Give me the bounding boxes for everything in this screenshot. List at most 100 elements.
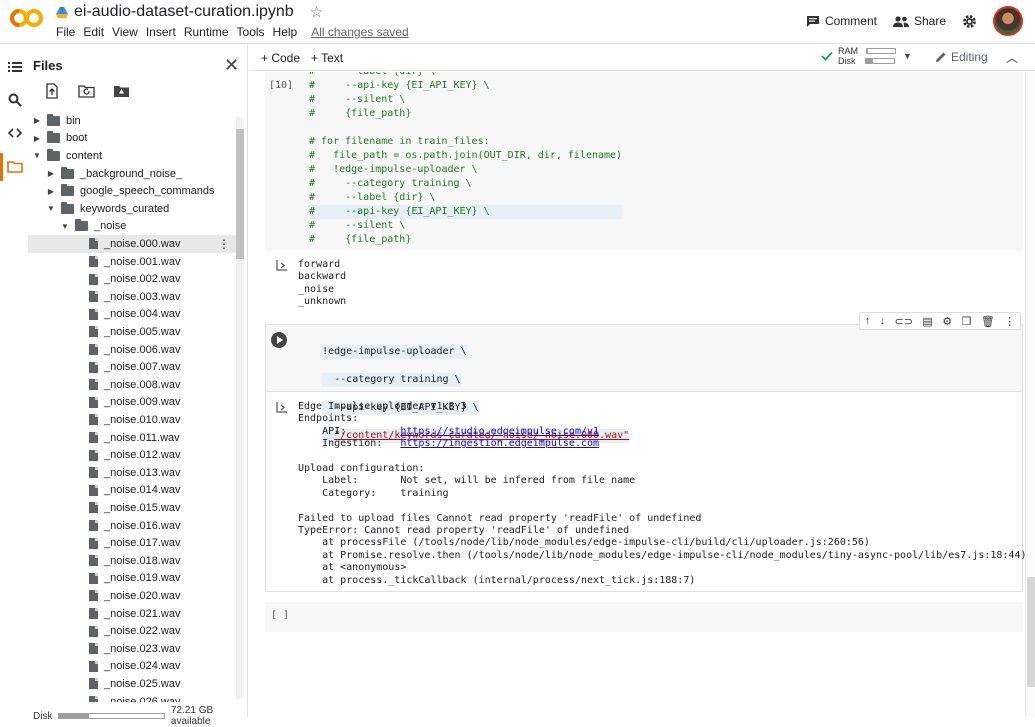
settings-gear-icon[interactable] <box>962 14 977 29</box>
file-more-icon[interactable]: ⋮ <box>218 237 230 251</box>
tree-folder[interactable]: ▶ google_speech_commands <box>28 182 236 200</box>
chevron-down-icon[interactable]: ▼ <box>61 222 69 231</box>
chevron-right-icon[interactable]: ▶ <box>33 116 41 125</box>
mount-drive-icon[interactable] <box>113 83 130 99</box>
save-status[interactable]: All changes saved <box>307 25 412 39</box>
tree-file[interactable]: _noise.016.wav <box>28 517 236 535</box>
run-cell-button[interactable] <box>271 332 287 348</box>
menu-edit[interactable]: Edit <box>79 25 108 39</box>
chevron-right-icon[interactable]: ▶ <box>33 134 41 143</box>
tree-file[interactable]: _noise.001.wav <box>28 253 236 271</box>
comment-icon <box>806 15 819 27</box>
tree-file[interactable]: _noise.003.wav <box>28 288 236 306</box>
tree-file[interactable]: _noise.004.wav <box>28 306 236 324</box>
tree-file[interactable]: _noise.014.wav <box>28 482 236 500</box>
chevron-down-icon[interactable]: ▼ <box>33 151 41 160</box>
tree-item-label: _noise.011.wav <box>104 431 180 444</box>
tree-folder[interactable]: ▼ keywords_curated <box>28 200 236 218</box>
header: ei-audio-dataset-curation.ipynb ☆ File E… <box>0 0 1035 44</box>
file-icon <box>89 449 98 461</box>
folder-icon[interactable] <box>7 159 23 175</box>
comment-button[interactable]: Comment <box>806 14 877 28</box>
menu-file[interactable]: File <box>52 25 79 39</box>
notebook-title[interactable]: ei-audio-dataset-curation.ipynb <box>74 3 294 21</box>
user-avatar[interactable] <box>993 6 1023 36</box>
menu-view[interactable]: View <box>108 25 142 39</box>
tree-item-label: _noise.017.wav <box>104 537 181 550</box>
tree-folder[interactable]: ▼ _noise <box>28 218 236 236</box>
tree-file[interactable]: _noise.008.wav <box>28 376 236 394</box>
file-icon <box>89 608 98 620</box>
star-icon[interactable]: ☆ <box>310 3 323 21</box>
tree-folder[interactable]: ▼ content <box>28 147 236 165</box>
tree-file[interactable]: _noise.011.wav <box>28 429 236 447</box>
comment-cell-icon[interactable]: ▤ <box>922 315 932 328</box>
tree-folder[interactable]: ▶ boot <box>28 130 236 148</box>
tree-file[interactable]: _noise.007.wav <box>28 358 236 376</box>
resource-dropdown-icon[interactable]: ▼ <box>903 51 912 61</box>
table-of-contents-icon[interactable] <box>7 59 23 75</box>
tree-file[interactable]: _noise.009.wav <box>28 394 236 412</box>
tree-file[interactable]: _noise.017.wav <box>28 534 236 552</box>
ingestion-link[interactable]: https://ingestion.edgeimpulse.com <box>400 438 599 449</box>
tree-file[interactable]: _noise.010.wav <box>28 411 236 429</box>
add-code-button[interactable]: + Code <box>261 51 300 65</box>
delete-icon[interactable]: 🗑 <box>981 315 995 328</box>
menu-runtime[interactable]: Runtime <box>180 25 233 39</box>
tree-file[interactable]: _noise.000.wav ⋮ <box>28 235 236 253</box>
add-text-button[interactable]: + Text <box>311 51 343 65</box>
editing-mode[interactable]: Editing <box>935 50 988 64</box>
more-options-icon[interactable]: ⋮ <box>1004 315 1015 328</box>
tree-file[interactable]: _noise.020.wav <box>28 587 236 605</box>
code-cell-3[interactable] <box>265 602 1023 632</box>
tree-file[interactable]: _noise.026.wav <box>28 693 236 702</box>
code-snippets-icon[interactable] <box>7 125 23 141</box>
file-icon <box>89 660 98 672</box>
tree-item-label: _noise.000.wav <box>104 237 181 250</box>
file-icon <box>89 467 98 479</box>
tree-file[interactable]: _noise.002.wav <box>28 270 236 288</box>
tree-file[interactable]: _noise.015.wav <box>28 499 236 517</box>
close-icon[interactable]: ✕ <box>224 55 239 76</box>
tree-file[interactable]: _noise.018.wav <box>28 552 236 570</box>
tree-file[interactable]: _noise.024.wav <box>28 658 236 676</box>
menu-tools[interactable]: Tools <box>233 25 269 39</box>
file-icon <box>89 273 98 285</box>
tree-folder[interactable]: ▶ _background_noise_ <box>28 165 236 183</box>
tree-file[interactable]: _noise.019.wav <box>28 570 236 588</box>
notebook-scrollbar[interactable] <box>1025 72 1035 717</box>
tree-file[interactable]: _noise.023.wav <box>28 640 236 658</box>
resource-monitor[interactable]: RAM Disk <box>838 46 896 66</box>
tree-file[interactable]: _noise.005.wav <box>28 323 236 341</box>
cell-settings-icon[interactable]: ⚙ <box>942 315 952 328</box>
tree-file[interactable]: _noise.022.wav <box>28 622 236 640</box>
chevron-down-icon[interactable]: ▼ <box>47 204 55 213</box>
collapse-header-icon[interactable]: ︿ <box>1006 49 1018 66</box>
api-link[interactable]: https://studio.edgeimpulse.com/v1 <box>400 426 599 437</box>
tree-item-label: _noise.015.wav <box>104 501 181 514</box>
refresh-folder-icon[interactable] <box>78 83 95 99</box>
tree-item-label: _background_noise_ <box>80 167 183 180</box>
link-icon[interactable]: ⊂⊃ <box>895 315 913 328</box>
file-tree-scrollbar[interactable] <box>236 117 244 699</box>
chevron-right-icon[interactable]: ▶ <box>47 187 55 196</box>
tree-file[interactable]: _noise.012.wav <box>28 446 236 464</box>
menu-insert[interactable]: Insert <box>142 25 180 39</box>
code-editor-1[interactable]: # --label {dir} \# --api-key {EI_API_KEY… <box>309 72 623 247</box>
mirror-cell-icon[interactable]: ❐ <box>962 315 972 328</box>
menu-help[interactable]: Help <box>269 25 302 39</box>
tree-file[interactable]: _noise.006.wav <box>28 341 236 359</box>
share-button[interactable]: Share <box>892 14 946 28</box>
move-up-icon[interactable]: ↑ <box>865 315 871 327</box>
search-icon[interactable] <box>7 92 23 108</box>
colab-logo[interactable] <box>10 8 44 28</box>
chevron-right-icon[interactable]: ▶ <box>47 169 55 178</box>
move-down-icon[interactable]: ↓ <box>880 315 886 327</box>
tree-folder[interactable]: ▶ bin <box>28 112 236 130</box>
tree-item-label: _noise.018.wav <box>104 554 181 567</box>
tree-file[interactable]: _noise.025.wav <box>28 675 236 693</box>
tree-file[interactable]: _noise.021.wav <box>28 605 236 623</box>
tree-file[interactable]: _noise.013.wav <box>28 464 236 482</box>
comment-label: Comment <box>824 14 877 28</box>
upload-icon[interactable] <box>44 83 60 99</box>
